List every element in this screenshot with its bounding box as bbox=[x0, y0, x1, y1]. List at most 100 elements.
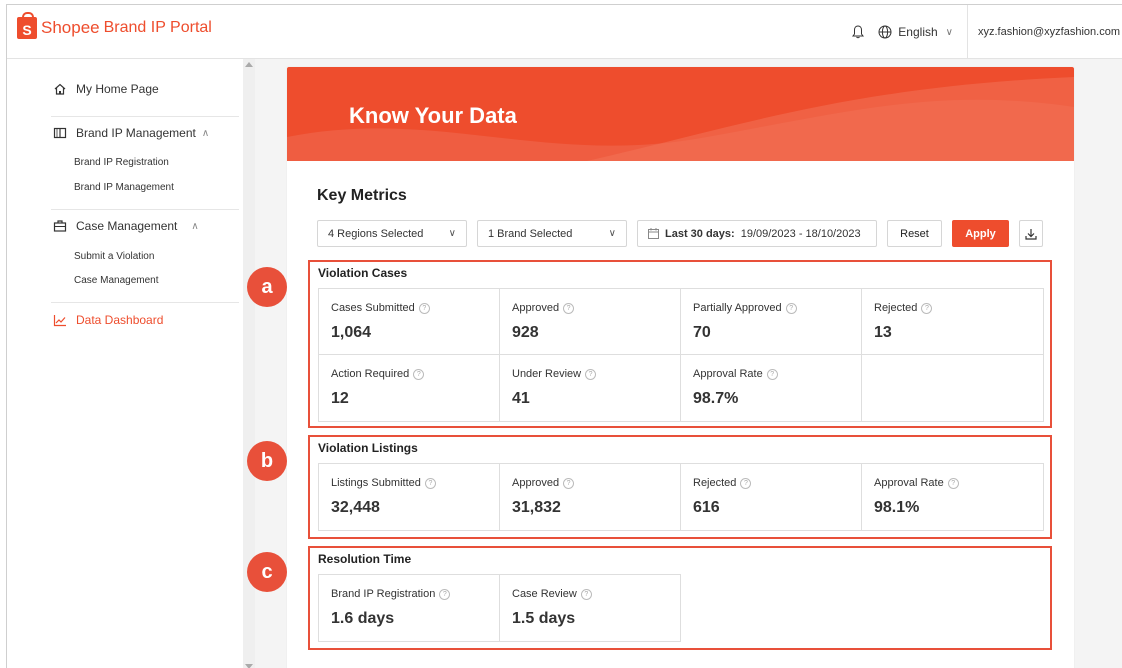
metric-label: Rejected? bbox=[874, 302, 933, 314]
scroll-up-arrow[interactable] bbox=[245, 62, 253, 67]
chevron-down-icon[interactable]: ∨ bbox=[946, 27, 953, 38]
metric-label: Brand IP Registration? bbox=[331, 588, 451, 600]
metric-label-text: Approval Rate bbox=[693, 368, 763, 380]
hero-banner: Know Your Data bbox=[287, 67, 1074, 161]
help-circle-icon[interactable]: ? bbox=[563, 477, 575, 489]
help-circle-icon[interactable]: ? bbox=[740, 477, 752, 489]
apply-button[interactable]: Apply bbox=[952, 220, 1009, 247]
help-circle-icon[interactable]: ? bbox=[580, 588, 592, 600]
metric-label-text: Approved bbox=[512, 477, 560, 489]
help-circle-icon[interactable]: ? bbox=[585, 368, 597, 380]
metric-value: 12 bbox=[331, 390, 349, 407]
account-email[interactable]: xyz.fashion@xyzfashion.com bbox=[978, 26, 1122, 38]
calendar-icon bbox=[648, 228, 659, 239]
regions-select[interactable]: 4 Regions Selected ∨ bbox=[317, 220, 467, 247]
metric-card: Approval Rate? 98.1% bbox=[862, 464, 1044, 530]
date-range-value: 19/09/2023 - 18/10/2023 bbox=[740, 227, 861, 240]
help-circle-icon[interactable]: ? bbox=[413, 368, 425, 380]
date-range-label: Last 30 days: bbox=[665, 227, 735, 240]
metric-label-text: Under Review bbox=[512, 368, 582, 380]
divider bbox=[51, 302, 239, 303]
metric-label-text: Action Required bbox=[331, 368, 410, 380]
shopee-bag-icon: S bbox=[17, 12, 37, 39]
metric-card: Rejected? 13 bbox=[862, 289, 1044, 355]
metric-value: 1.6 days bbox=[331, 610, 395, 627]
section-title: Violation Cases bbox=[318, 266, 408, 280]
download-button[interactable] bbox=[1019, 220, 1043, 247]
brand-select[interactable]: 1 Brand Selected ∨ bbox=[477, 220, 627, 247]
section-title: Violation Listings bbox=[318, 441, 418, 455]
book-icon bbox=[53, 127, 67, 139]
help-circle-icon[interactable]: ? bbox=[424, 477, 436, 489]
help-circle-icon[interactable]: ? bbox=[766, 368, 778, 380]
metric-card: Listings Submitted? 32,448 bbox=[319, 464, 500, 530]
chart-line-icon bbox=[53, 315, 66, 327]
regions-select-value: 4 Regions Selected bbox=[328, 227, 424, 240]
help-circle-icon[interactable]: ? bbox=[921, 302, 933, 314]
help-circle-icon[interactable]: ? bbox=[563, 302, 575, 314]
logo-letter: S bbox=[22, 22, 32, 38]
metric-label-text: Approval Rate bbox=[874, 477, 944, 489]
metric-label: Approved? bbox=[512, 302, 575, 314]
scroll-down-arrow[interactable] bbox=[245, 664, 253, 668]
metric-label: Action Required? bbox=[331, 368, 425, 380]
metric-value: 13 bbox=[874, 324, 892, 341]
metric-label: Cases Submitted? bbox=[331, 302, 430, 314]
callout-badge-c: c bbox=[247, 552, 287, 592]
metric-label: Approval Rate? bbox=[874, 477, 959, 489]
metric-value: 928 bbox=[512, 324, 539, 341]
bell-icon[interactable] bbox=[852, 25, 865, 39]
violation-cases-grid: Cases Submitted? 1,064 Approved? 928 Par… bbox=[318, 288, 1044, 422]
metric-value: 41 bbox=[512, 390, 530, 407]
divider bbox=[51, 209, 239, 210]
sidebar-item-home[interactable]: My Home Page bbox=[53, 82, 159, 96]
chevron-up-icon: ∧ bbox=[201, 127, 210, 139]
metric-label: Rejected? bbox=[693, 477, 752, 489]
hero-title: Know Your Data bbox=[349, 103, 517, 128]
metric-label: Under Review? bbox=[512, 368, 597, 380]
brand-select-value: 1 Brand Selected bbox=[488, 227, 573, 240]
reset-button[interactable]: Reset bbox=[887, 220, 942, 247]
callout-badge-a: a bbox=[247, 267, 287, 307]
help-circle-icon[interactable]: ? bbox=[785, 302, 797, 314]
date-range-picker[interactable]: Last 30 days: 19/09/2023 - 18/10/2023 bbox=[637, 220, 877, 247]
metric-card: Rejected? 616 bbox=[681, 464, 862, 530]
metric-label-text: Partially Approved bbox=[693, 302, 782, 314]
help-circle-icon[interactable]: ? bbox=[418, 302, 430, 314]
sidebar-item-brand-ip-management[interactable]: Brand IP Management ∧ bbox=[53, 126, 209, 140]
sidebar-item-case-management[interactable]: Case Management ∧ bbox=[53, 219, 199, 233]
sidebar-subitem-case-management[interactable]: Case Management bbox=[74, 275, 159, 286]
sidebar-subitem-brand-ip-registration[interactable]: Brand IP Registration bbox=[74, 157, 169, 168]
sidebar-subitem-brand-ip-management[interactable]: Brand IP Management bbox=[74, 182, 174, 193]
metric-label-text: Case Review bbox=[512, 588, 577, 600]
metric-label-text: Rejected bbox=[693, 477, 737, 489]
callout-badge-b: b bbox=[247, 441, 287, 481]
metric-value: 98.7% bbox=[693, 390, 739, 407]
violation-listings-section: Violation Listings Listings Submitted? 3… bbox=[308, 435, 1052, 539]
help-circle-icon[interactable]: ? bbox=[439, 588, 451, 600]
key-metrics-title: Key Metrics bbox=[317, 187, 407, 204]
metric-label-text: Approved bbox=[512, 302, 560, 314]
metric-label: Listings Submitted? bbox=[331, 477, 436, 489]
sidebar-item-label: My Home Page bbox=[76, 82, 159, 96]
logo-portal-name: Brand IP Portal bbox=[103, 19, 212, 36]
help-circle-icon[interactable]: ? bbox=[947, 477, 959, 489]
divider bbox=[51, 116, 239, 117]
metric-label-text: Listings Submitted bbox=[331, 477, 421, 489]
logo-brand: Shopee bbox=[41, 18, 100, 37]
sidebar-item-data-dashboard[interactable]: Data Dashboard bbox=[53, 313, 163, 327]
shopee-logo[interactable]: S Shopee Brand IP Portal bbox=[17, 12, 212, 39]
metric-value: 616 bbox=[693, 499, 720, 516]
chevron-up-icon: ∧ bbox=[191, 220, 199, 232]
metric-label-text: Rejected bbox=[874, 302, 918, 314]
sidebar-item-label: Case Management bbox=[76, 219, 178, 233]
metric-card: Case Review? 1.5 days bbox=[500, 575, 680, 641]
metric-label: Case Review? bbox=[512, 588, 592, 600]
metric-card: Approved? 928 bbox=[500, 289, 681, 355]
metric-card: Brand IP Registration? 1.6 days bbox=[319, 575, 500, 641]
sidebar-subitem-submit-violation[interactable]: Submit a Violation bbox=[74, 251, 154, 262]
metric-card: Approved? 31,832 bbox=[500, 464, 681, 530]
language-select[interactable]: English bbox=[898, 25, 937, 39]
section-title: Resolution Time bbox=[318, 552, 412, 566]
sidebar: My Home Page Brand IP Management ∧ Brand… bbox=[7, 59, 243, 668]
